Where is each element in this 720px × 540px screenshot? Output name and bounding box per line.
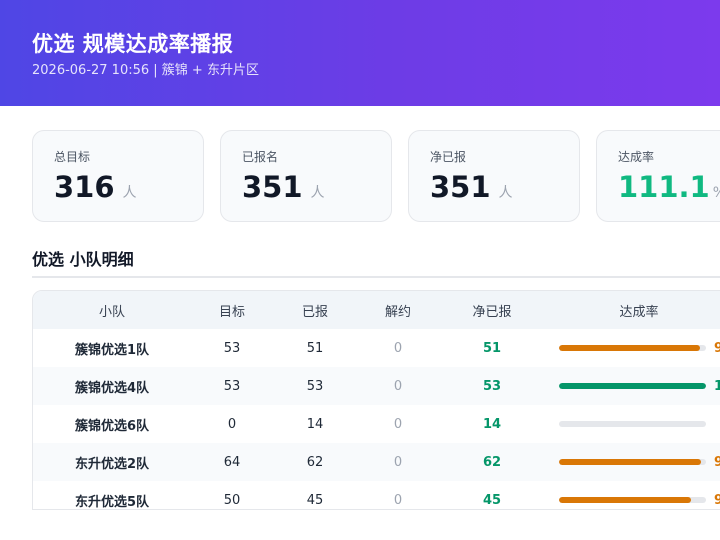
reported-cell: 53 bbox=[306, 378, 324, 394]
reported-cell: 51 bbox=[306, 340, 324, 356]
page-subtitle: 2026-06-27 10:56 | 簇锦 + 东升片区 bbox=[32, 63, 259, 78]
card-label: 已报名 bbox=[242, 150, 279, 164]
progress-bar-track bbox=[559, 345, 706, 351]
team-cell: 簇锦优选6队 bbox=[74, 418, 150, 434]
net-cell: 14 bbox=[482, 416, 502, 432]
progress-bar-fill bbox=[559, 383, 706, 389]
page-title: 优选 规模达成率播报 bbox=[32, 32, 234, 56]
section-title: 优选 小队明细 bbox=[32, 246, 720, 278]
cancelled-cell: 0 bbox=[393, 340, 403, 356]
card-unit: % bbox=[713, 185, 720, 201]
target-cell: 53 bbox=[223, 340, 241, 356]
reported-cell: 45 bbox=[306, 492, 324, 508]
card-unit: 人 bbox=[122, 185, 137, 201]
card-value: 351 bbox=[430, 170, 491, 204]
cancelled-cell: 0 bbox=[393, 454, 403, 470]
card-unit: 人 bbox=[498, 185, 513, 201]
table-row: 簇锦优选1队 53 51 0 51 9 bbox=[33, 329, 720, 367]
rate-cell: 9 bbox=[545, 443, 720, 481]
team-table: 小队 目标 已报 解约 净已报 达成率 簇锦优选1队 53 51 0 51 9 簇锦优选4队… bbox=[32, 290, 720, 510]
cancelled-cell: 0 bbox=[393, 492, 403, 508]
card-achievement-rate: 达成率 111.1% bbox=[596, 130, 720, 222]
card-label: 达成率 bbox=[618, 150, 655, 164]
target-cell: 53 bbox=[223, 378, 241, 394]
target-cell: 50 bbox=[223, 492, 241, 508]
rate-text: 9 bbox=[714, 455, 720, 470]
progress-bar-track bbox=[559, 497, 706, 503]
net-cell: 53 bbox=[482, 378, 502, 394]
card-net-registered: 净已报 351 人 bbox=[408, 130, 580, 222]
net-cell: 51 bbox=[482, 340, 502, 356]
progress-bar-fill bbox=[559, 345, 701, 351]
card-value-row: 111.1% bbox=[618, 169, 720, 211]
table-row: 东升优选5队 50 45 0 45 9 bbox=[33, 481, 720, 510]
column-header-rate: 达成率 bbox=[619, 304, 659, 320]
progress-bar-track bbox=[559, 383, 706, 389]
card-value-row: 316 人 bbox=[54, 169, 203, 211]
target-cell: 64 bbox=[223, 454, 241, 470]
rate-cell: 10 bbox=[545, 367, 720, 405]
rate-text: 9 bbox=[714, 493, 720, 508]
card-value: 316 bbox=[54, 170, 115, 204]
card-registered: 已报名 351 人 bbox=[220, 130, 392, 222]
table-row: 簇锦优选6队 0 14 0 14 bbox=[33, 405, 720, 443]
progress-bar-fill bbox=[559, 497, 692, 503]
progress-bar-track bbox=[559, 459, 706, 465]
table-row: 东升优选2队 64 62 0 62 9 bbox=[33, 443, 720, 481]
column-header-team: 小队 bbox=[98, 304, 125, 320]
rate-cell: 9 bbox=[545, 481, 720, 509]
column-header-cancelled: 解约 bbox=[384, 304, 411, 320]
table-row: 簇锦优选4队 53 53 0 53 10 bbox=[33, 367, 720, 405]
header-banner: 优选 规模达成率播报 2026-06-27 10:56 | 簇锦 + 东升片区 bbox=[0, 0, 720, 106]
team-cell: 东升优选2队 bbox=[74, 456, 150, 472]
reported-cell: 62 bbox=[306, 454, 324, 470]
rate-text: 9 bbox=[714, 341, 720, 356]
net-cell: 45 bbox=[482, 492, 502, 508]
team-cell: 簇锦优选4队 bbox=[74, 380, 150, 396]
team-cell: 簇锦优选1队 bbox=[74, 342, 150, 358]
rate-cell: 9 bbox=[545, 329, 720, 367]
target-cell: 0 bbox=[227, 416, 237, 432]
card-value: 111.1 bbox=[618, 170, 710, 204]
card-value-row: 351 人 bbox=[430, 169, 579, 211]
card-value-row: 351 人 bbox=[242, 169, 391, 211]
net-cell: 62 bbox=[482, 454, 502, 470]
column-header-target: 目标 bbox=[218, 304, 245, 320]
table-header-row: 小队 目标 已报 解约 净已报 达成率 bbox=[33, 291, 720, 329]
card-label: 总目标 bbox=[54, 150, 91, 164]
card-label: 净已报 bbox=[430, 150, 467, 164]
rate-text: 10 bbox=[714, 379, 720, 394]
progress-bar-track bbox=[559, 421, 706, 427]
team-cell: 东升优选5队 bbox=[74, 494, 150, 510]
rate-cell bbox=[545, 405, 720, 443]
column-header-net: 净已报 bbox=[472, 304, 512, 320]
column-header-reported: 已报 bbox=[301, 304, 328, 320]
card-total-target: 总目标 316 人 bbox=[32, 130, 204, 222]
card-value: 351 bbox=[242, 170, 303, 204]
progress-bar-fill bbox=[559, 459, 702, 465]
cancelled-cell: 0 bbox=[393, 378, 403, 394]
card-unit: 人 bbox=[310, 185, 325, 201]
reported-cell: 14 bbox=[306, 416, 324, 432]
cancelled-cell: 0 bbox=[393, 416, 403, 432]
